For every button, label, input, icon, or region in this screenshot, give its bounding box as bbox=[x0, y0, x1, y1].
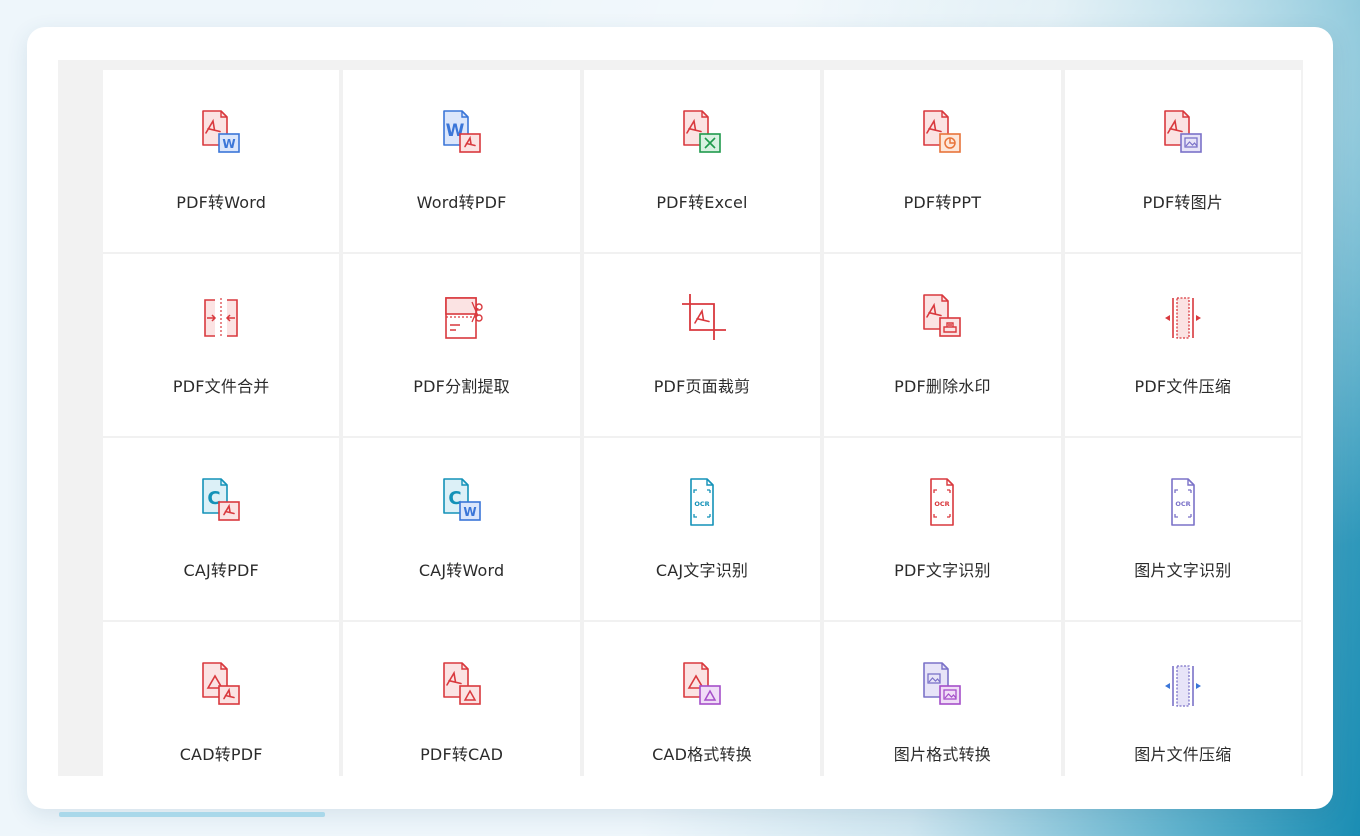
pdf-ocr-icon: OCR bbox=[914, 476, 970, 528]
tool-pdf-ocr[interactable]: OCR PDF文字识别 bbox=[824, 438, 1061, 620]
tool-grid: W PDF转Word W Word转PDF PDF转Excel PDF转PPT … bbox=[103, 70, 1301, 776]
tool-pdf-to-image[interactable]: PDF转图片 bbox=[1064, 70, 1301, 252]
image-convert-icon bbox=[914, 660, 970, 712]
tool-pdf-merge[interactable]: PDF文件合并 bbox=[103, 254, 340, 436]
pdf-to-image-icon bbox=[1155, 108, 1211, 160]
tool-label: PDF文件压缩 bbox=[1134, 377, 1232, 396]
tool-label: PDF转图片 bbox=[1142, 193, 1223, 212]
tool-label: CAD转PDF bbox=[179, 745, 263, 764]
tool-image-convert[interactable]: 图片格式转换 bbox=[824, 622, 1061, 776]
pdf-to-ppt-icon bbox=[914, 108, 970, 160]
tool-cad-convert[interactable]: CAD格式转换 bbox=[583, 622, 821, 776]
tool-label: PDF分割提取 bbox=[413, 377, 510, 396]
tool-pdf-to-ppt[interactable]: PDF转PPT bbox=[824, 70, 1061, 252]
tool-caj-to-pdf[interactable]: C CAJ转PDF bbox=[103, 438, 340, 620]
caj-to-word-icon: CW bbox=[434, 476, 490, 528]
tool-label: CAD格式转换 bbox=[652, 745, 752, 764]
horizontal-scrollbar[interactable] bbox=[59, 812, 325, 817]
tool-label: PDF转CAD bbox=[420, 745, 504, 764]
tool-image-compress[interactable]: 图片文件压缩 bbox=[1064, 622, 1301, 776]
pdf-to-cad-icon bbox=[434, 660, 490, 712]
tool-caj-to-word[interactable]: CW CAJ转Word bbox=[343, 438, 580, 620]
tool-pdf-compress[interactable]: PDF文件压缩 bbox=[1064, 254, 1301, 436]
tool-label: PDF文字识别 bbox=[894, 561, 991, 580]
pdf-compress-icon bbox=[1155, 292, 1211, 344]
tool-pdf-split[interactable]: PDF分割提取 bbox=[343, 254, 580, 436]
pdf-to-excel-icon bbox=[674, 108, 730, 160]
pdf-merge-icon bbox=[193, 292, 249, 344]
tool-pdf-crop[interactable]: PDF页面裁剪 bbox=[583, 254, 821, 436]
image-ocr-icon: OCR bbox=[1155, 476, 1211, 528]
tool-pdf-remove-watermark[interactable]: PDF删除水印 bbox=[824, 254, 1061, 436]
svg-text:OCR: OCR bbox=[694, 500, 709, 508]
tool-label: CAJ转Word bbox=[418, 561, 505, 580]
tool-pdf-to-excel[interactable]: PDF转Excel bbox=[583, 70, 821, 252]
pdf-to-word-icon: W bbox=[193, 108, 249, 160]
cad-to-pdf-icon bbox=[193, 660, 249, 712]
tool-label: CAJ转PDF bbox=[183, 561, 259, 580]
pdf-crop-icon bbox=[674, 292, 730, 344]
tool-pdf-to-cad[interactable]: PDF转CAD bbox=[343, 622, 580, 776]
tool-label: PDF页面裁剪 bbox=[653, 377, 751, 396]
tool-label: 图片文字识别 bbox=[1134, 561, 1232, 580]
tool-label: CAJ文字识别 bbox=[655, 561, 749, 580]
tool-cad-to-pdf[interactable]: CAD转PDF bbox=[103, 622, 340, 776]
svg-text:W: W bbox=[463, 505, 476, 519]
tools-container: W PDF转Word W Word转PDF PDF转Excel PDF转PPT … bbox=[58, 60, 1303, 776]
svg-text:OCR: OCR bbox=[1175, 500, 1190, 508]
tool-caj-ocr[interactable]: OCR CAJ文字识别 bbox=[583, 438, 821, 620]
tool-label: PDF转Word bbox=[176, 193, 267, 212]
word-to-pdf-icon: W bbox=[434, 108, 490, 160]
tool-label: PDF文件合并 bbox=[172, 377, 270, 396]
tool-label: Word转PDF bbox=[416, 193, 507, 212]
svg-text:W: W bbox=[223, 137, 236, 151]
tool-label: 图片格式转换 bbox=[893, 745, 991, 764]
caj-ocr-icon: OCR bbox=[674, 476, 730, 528]
tool-label: 图片文件压缩 bbox=[1134, 745, 1232, 764]
tool-word-to-pdf[interactable]: W Word转PDF bbox=[343, 70, 580, 252]
tool-pdf-to-word[interactable]: W PDF转Word bbox=[103, 70, 340, 252]
caj-to-pdf-icon: C bbox=[193, 476, 249, 528]
pdf-remove-watermark-icon bbox=[914, 292, 970, 344]
pdf-split-icon bbox=[434, 292, 490, 344]
image-compress-icon bbox=[1155, 660, 1211, 712]
tool-label: PDF转Excel bbox=[656, 193, 748, 212]
cad-convert-icon bbox=[674, 660, 730, 712]
tool-label: PDF转PPT bbox=[903, 193, 982, 212]
tools-panel: W PDF转Word W Word转PDF PDF转Excel PDF转PPT … bbox=[27, 27, 1333, 809]
tool-label: PDF删除水印 bbox=[894, 377, 991, 396]
tool-image-ocr[interactable]: OCR 图片文字识别 bbox=[1064, 438, 1301, 620]
svg-text:OCR: OCR bbox=[935, 500, 950, 508]
